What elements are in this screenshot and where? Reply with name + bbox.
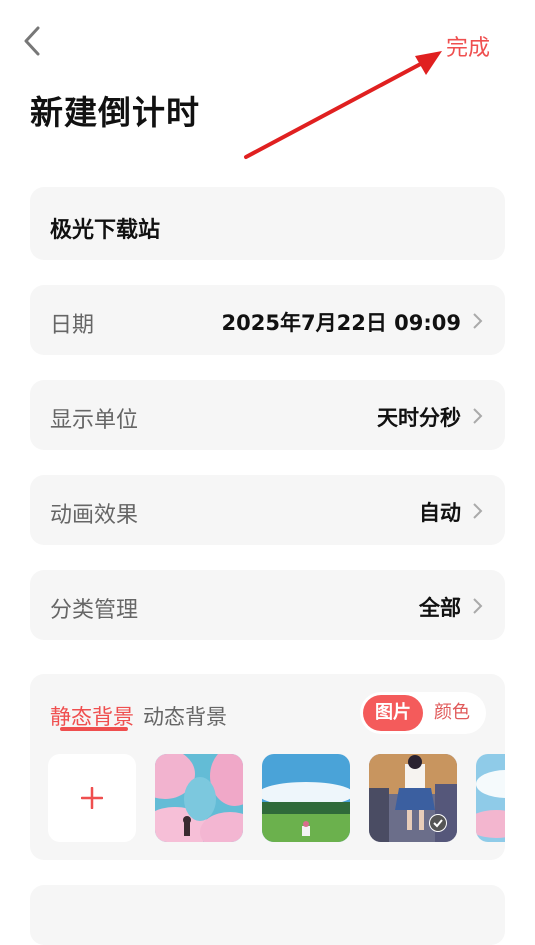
date-label: 日期 <box>50 313 95 338</box>
page-title: 新建倒计时 <box>30 93 200 132</box>
segment-color[interactable]: 颜色 <box>434 695 478 731</box>
thumbnail-sunset-city[interactable] <box>369 754 457 842</box>
event-name-text: 极光下载站 <box>50 218 161 243</box>
background-thumbnail-list <box>48 754 505 844</box>
display-unit-value: 天时分秒 <box>377 406 461 430</box>
segment-image[interactable]: 图片 <box>363 695 423 731</box>
category-value: 全部 <box>419 596 461 620</box>
date-value: 2025年7月22日 09:09 <box>221 311 461 335</box>
thumbnail-pink-clouds[interactable] <box>155 754 243 842</box>
chevron-right-icon <box>473 313 483 329</box>
event-name-field[interactable]: 极光下载站 <box>30 187 505 260</box>
chevron-right-icon <box>473 408 483 424</box>
chevron-right-icon <box>473 503 483 519</box>
add-background-button[interactable] <box>48 754 136 842</box>
category-label: 分类管理 <box>50 598 139 623</box>
active-tab-indicator <box>60 727 128 731</box>
done-button[interactable]: 完成 <box>446 30 490 62</box>
chevron-right-icon <box>473 598 483 614</box>
display-unit-setting-row[interactable]: 显示单位 天时分秒 <box>30 380 505 450</box>
date-setting-row[interactable]: 日期 2025年7月22日 09:09 <box>30 285 505 355</box>
image-color-toggle: 图片 颜色 <box>360 692 486 734</box>
back-chevron-icon[interactable] <box>20 24 50 58</box>
tab-dynamic-background[interactable]: 动态背景 <box>143 701 227 731</box>
background-panel: 静态背景 动态背景 图片 颜色 <box>30 674 505 860</box>
animation-value: 自动 <box>419 501 461 525</box>
animation-setting-row[interactable]: 动画效果 自动 <box>30 475 505 545</box>
selected-check-icon <box>429 814 447 832</box>
next-setting-card <box>30 885 505 945</box>
thumbnail-blue-sky[interactable] <box>476 754 505 842</box>
thumbnail-green-field[interactable] <box>262 754 350 842</box>
display-unit-label: 显示单位 <box>50 408 139 433</box>
plus-icon <box>81 787 103 809</box>
animation-label: 动画效果 <box>50 503 139 528</box>
category-setting-row[interactable]: 分类管理 全部 <box>30 570 505 640</box>
